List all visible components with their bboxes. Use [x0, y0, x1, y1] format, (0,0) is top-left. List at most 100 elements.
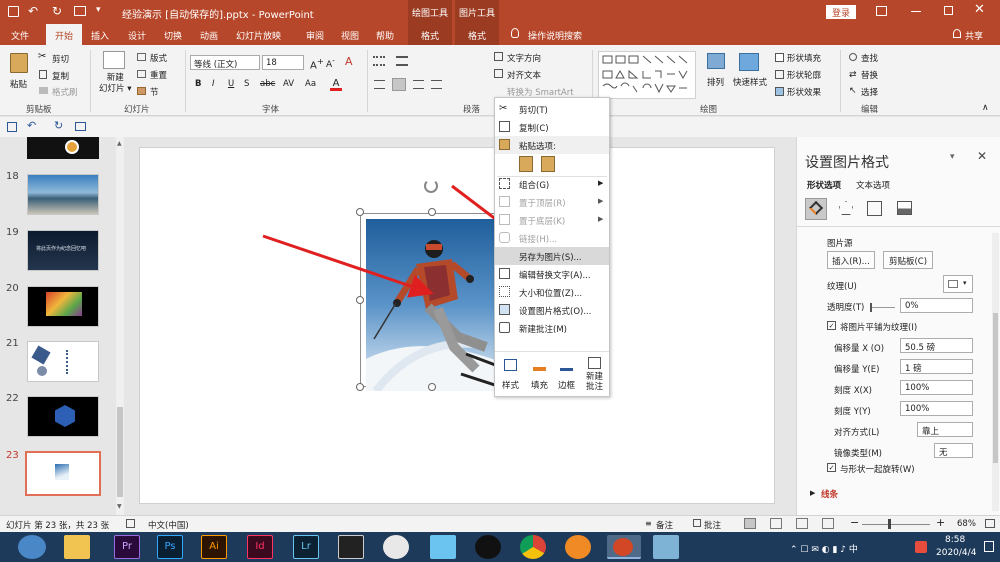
format-painter-button[interactable]: 格式刷 [52, 86, 78, 98]
font-color-button[interactable]: A [330, 78, 342, 91]
clock-time[interactable]: 8:58 [945, 535, 965, 545]
pane-close-icon[interactable]: ✕ [977, 149, 987, 163]
qat-slideshow-icon[interactable] [75, 122, 86, 131]
start-slideshow-icon[interactable] [74, 6, 86, 16]
menu-item-bring-to-front[interactable]: 置于顶层(R) ▶ [495, 193, 609, 211]
align-center-icon[interactable] [392, 78, 406, 91]
tab-drawing-format[interactable]: 格式 [408, 24, 452, 45]
scroll-up-arrow[interactable]: ▲ [117, 140, 122, 147]
tab-transitions[interactable]: 切换 [164, 29, 182, 42]
outline-icon[interactable] [560, 359, 573, 371]
share-icon[interactable] [953, 29, 961, 38]
select-button[interactable]: 选择 [861, 86, 878, 98]
shape-outline-button[interactable]: 形状轮廓 [787, 69, 821, 81]
language-indicator[interactable]: 中文(中国) [148, 519, 189, 531]
video-editor-icon[interactable] [338, 535, 364, 559]
strike-button[interactable]: abc [260, 79, 275, 89]
zoom-slider-thumb[interactable] [888, 519, 891, 529]
menu-item-copy[interactable]: 复制(C) [495, 118, 609, 136]
reset-button[interactable]: 重置 [150, 69, 167, 81]
tab-insert[interactable]: 插入 [91, 29, 109, 42]
share-button[interactable]: 共享 [965, 29, 983, 42]
slide-thumbnail-23[interactable] [25, 451, 101, 496]
new-slide-button[interactable]: 新建 幻灯片 ▾ [99, 73, 131, 95]
ribbon-display-icon[interactable] [876, 6, 887, 16]
zoom-out-button[interactable]: − [850, 516, 859, 529]
photoshop-icon[interactable]: Ps [157, 535, 183, 559]
tab-slideshow[interactable]: 幻灯片放映 [236, 29, 281, 42]
font-size-select[interactable]: 18 [262, 55, 304, 70]
italic-button[interactable]: I [212, 79, 215, 89]
menu-item-new-comment[interactable]: 新建批注(M) [495, 319, 609, 337]
undo-icon[interactable]: ↶ [28, 4, 38, 18]
chrome-icon[interactable] [520, 535, 546, 559]
slider-thumb[interactable] [870, 303, 872, 312]
tab-home[interactable]: 开始 [46, 24, 82, 45]
change-case-button[interactable]: Aa [305, 79, 316, 89]
shape-effects-button[interactable]: 形状效果 [787, 86, 821, 98]
qat-undo-icon[interactable]: ↶ [27, 119, 36, 132]
tray-icons[interactable]: ⌃ ☐ ✉ ◐ ▮ ♪ 中 [790, 542, 858, 555]
slide-thumbnail-21[interactable] [27, 341, 99, 382]
clear-format-button[interactable]: A [345, 55, 353, 68]
ime-icon[interactable] [915, 541, 927, 553]
normal-view-icon[interactable] [744, 518, 756, 529]
tab-animations[interactable]: 动画 [200, 29, 218, 42]
clock-date[interactable]: 2020/4/4 [936, 548, 976, 558]
menu-item-send-to-back[interactable]: 置于底层(K) ▶ [495, 211, 609, 229]
notification-icon[interactable] [984, 541, 994, 552]
scroll-thumb[interactable] [993, 313, 998, 463]
login-button[interactable]: 登录 [826, 5, 856, 19]
align-left-icon[interactable] [374, 80, 385, 89]
copy-button[interactable]: 复制 [52, 70, 69, 82]
menu-item-save-as-picture[interactable]: 另存为图片(S)... [495, 247, 609, 265]
offset-x-input[interactable]: 50.5 磅 [900, 338, 973, 353]
transparency-input[interactable]: 0% [900, 298, 973, 313]
pane-scrollbar[interactable] [992, 233, 999, 511]
scale-y-input[interactable]: 100% [900, 401, 973, 416]
slide-thumbnail-19[interactable]: 将此页作为纪念回忆吧 [27, 230, 99, 271]
find-button[interactable]: 查找 [861, 52, 878, 64]
qat-customize-icon[interactable]: ▾ [96, 5, 101, 15]
indesign-icon[interactable]: Id [247, 535, 273, 559]
menu-item-format-picture[interactable]: 设置图片格式(O)... [495, 301, 609, 319]
menu-item-link[interactable]: 链接(H)... [495, 229, 609, 247]
resize-handle[interactable] [428, 208, 436, 216]
collapse-ribbon-icon[interactable]: ∧ [982, 103, 989, 113]
resize-handle[interactable] [356, 296, 364, 304]
reading-view-icon[interactable] [796, 518, 808, 529]
minimize-icon[interactable] [911, 11, 921, 12]
slide-thumbnail-20[interactable] [27, 286, 99, 327]
selected-picture[interactable] [360, 213, 518, 391]
tell-me-search[interactable]: 操作说明搜索 [528, 29, 582, 42]
picture-icon[interactable] [897, 201, 912, 215]
file-explorer-icon[interactable] [64, 535, 90, 559]
slide-sorter-icon[interactable] [770, 518, 782, 529]
style-icon[interactable] [504, 359, 517, 371]
premiere-icon[interactable]: Pr [114, 535, 140, 559]
tab-design[interactable]: 设计 [128, 29, 146, 42]
notes-button[interactable]: 备注 [656, 519, 673, 531]
qat-save-icon[interactable] [7, 122, 17, 132]
qq-icon[interactable] [475, 535, 501, 559]
browser-icon[interactable] [565, 535, 591, 559]
notes-app-icon[interactable] [653, 535, 679, 559]
tab-review[interactable]: 审阅 [306, 29, 324, 42]
menu-item-cut[interactable]: ✂ 剪切(T) [495, 100, 609, 118]
char-spacing-button[interactable]: AV [283, 79, 294, 89]
tab-shape-options[interactable]: 形状选项 [807, 179, 841, 191]
tab-text-options[interactable]: 文本选项 [856, 179, 890, 191]
clipboard-button[interactable]: 剪贴板(C) [883, 251, 933, 269]
menu-item-group[interactable]: 组合(G) ▶ [495, 175, 609, 193]
maximize-icon[interactable] [944, 6, 953, 15]
replace-button[interactable]: 替换 [861, 69, 878, 81]
tab-view[interactable]: 视图 [341, 29, 359, 42]
mini-comment-button[interactable]: 新建 批注 [586, 372, 603, 392]
text-direction-button[interactable]: 文字方向 [507, 52, 541, 64]
paste-button[interactable]: 粘贴 [10, 78, 27, 90]
texture-picker[interactable]: ▾ [943, 275, 973, 293]
quick-styles-icon[interactable] [739, 53, 759, 71]
shadow-button[interactable]: S [244, 79, 249, 89]
paste-option-picture[interactable] [541, 156, 555, 172]
zoom-in-button[interactable]: + [936, 516, 945, 529]
